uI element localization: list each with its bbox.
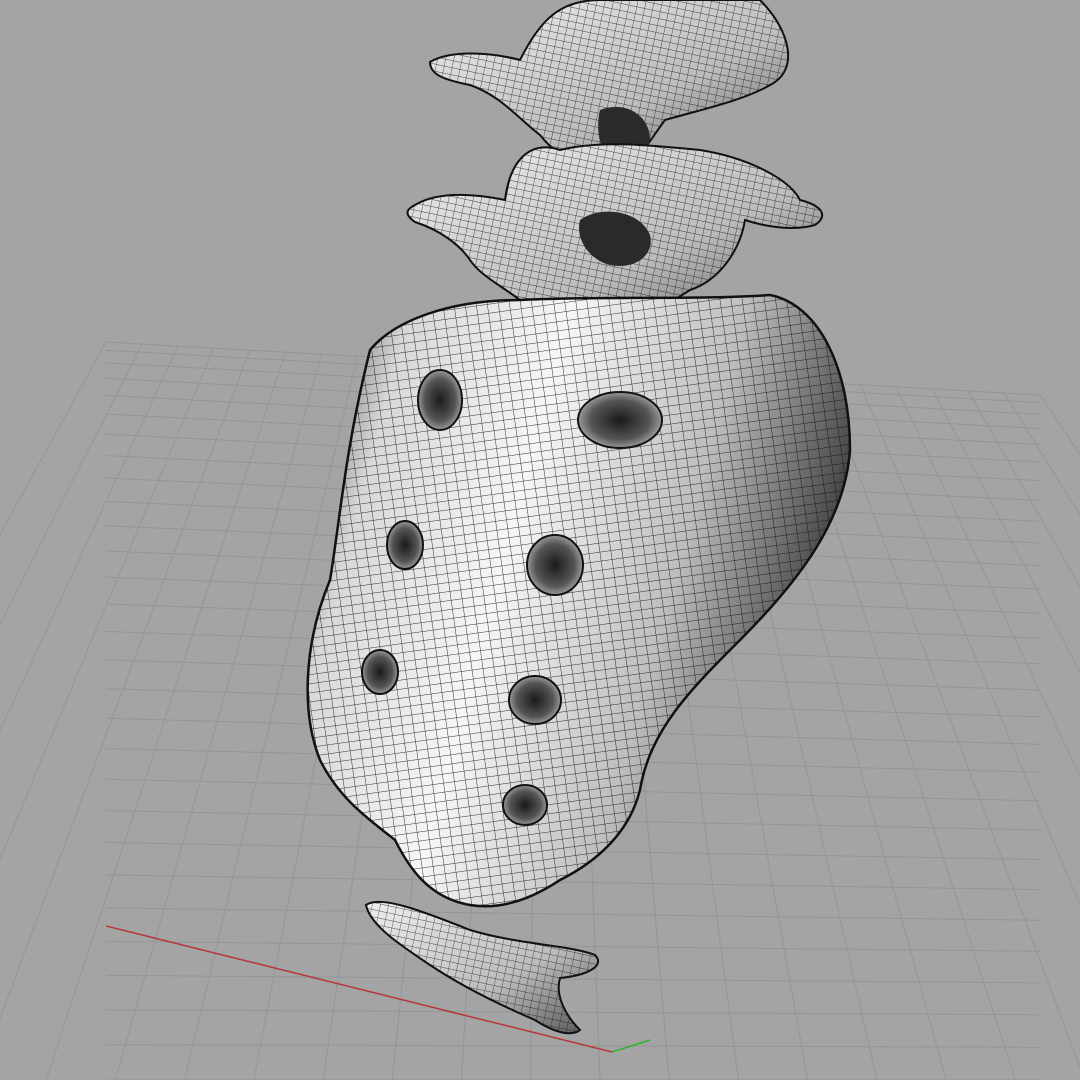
grid-line [1003, 392, 1080, 517]
sacral-foramen-7 [502, 784, 548, 826]
grid-line [823, 382, 1080, 1070]
grid-line [895, 386, 1080, 778]
sacral-foramen-4 [386, 520, 424, 570]
grid-line [105, 874, 1041, 891]
grid-line [105, 1009, 1041, 1016]
sacral-foramen-5 [361, 649, 399, 695]
sacral-foramen-6 [508, 675, 562, 725]
sacral-foramen-1 [577, 391, 663, 449]
grid-line [0, 341, 107, 536]
grid-line [0, 347, 215, 861]
sacral-foramen-3 [526, 534, 584, 596]
grid-line [114, 354, 323, 1080]
perspective-scene[interactable] [0, 0, 1080, 1080]
grid-line [105, 1044, 1041, 1048]
grid-line [967, 390, 1080, 588]
sacrum[interactable] [280, 280, 880, 930]
coccyx[interactable] [364, 900, 599, 1035]
3d-viewport[interactable] [0, 0, 1080, 1080]
grid-line [931, 388, 1080, 674]
sacral-foramen-2 [417, 369, 463, 431]
grid-line [859, 384, 1080, 907]
grid-line [0, 343, 143, 626]
grid-line [0, 345, 179, 732]
